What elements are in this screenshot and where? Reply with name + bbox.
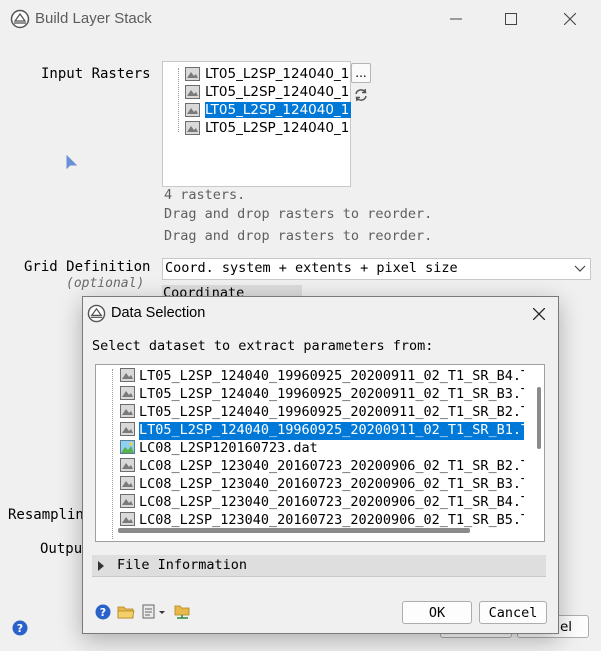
raster-name: LT05_L2SP_124040_1 [205, 84, 350, 100]
dialog-title: Data Selection [111, 305, 206, 321]
raster-icon [120, 404, 135, 418]
grid-definition-select[interactable]: Coord. system + extents + pixel size [162, 258, 591, 280]
app-logo-icon [10, 9, 30, 29]
close-icon [533, 308, 545, 320]
svg-text:?: ? [17, 622, 23, 635]
cancel-button-label: el [559, 618, 572, 635]
browse-button[interactable]: ... [351, 63, 371, 83]
minimize-icon [450, 18, 462, 20]
chevron-down-icon [574, 265, 586, 272]
close-button[interactable] [550, 6, 590, 32]
raster-icon [185, 103, 200, 117]
horizontal-scrollbar-thumb[interactable] [118, 528, 470, 533]
raster-list-item[interactable]: LT05_L2SP_124040_1 [163, 83, 352, 101]
dataset-name: LT05_L2SP_124040_19960925_20200911_02_T1… [139, 368, 524, 384]
raster-icon [120, 422, 135, 436]
dataset-name: LT05_L2SP_124040_19960925_20200911_02_T1… [139, 386, 524, 402]
raster-name: LT05_L2SP_124040_1 [205, 66, 350, 82]
refresh-icon [355, 88, 367, 102]
dataset-list-item[interactable]: LT05_L2SP_124040_19960925_20200911_02_T1… [96, 367, 526, 385]
grid-definition-label: Grid Definition [24, 259, 151, 275]
raster-count-text: 4 rasters. [164, 187, 246, 203]
vertical-scrollbar-thumb[interactable] [537, 387, 541, 449]
dataset-list[interactable]: LT05_L2SP_124040_19960925_20200911_02_T1… [95, 364, 545, 542]
app-logo-icon [87, 304, 106, 323]
raster-icon [120, 458, 135, 472]
reorder-hint: Drag and drop rasters to reorder. [164, 228, 433, 244]
cancel-button[interactable]: Cancel [479, 601, 547, 624]
dataset-name: LC08_L2SP120160723.dat [139, 440, 318, 456]
output-label: Outpu [40, 541, 83, 557]
raster-name: LT05_L2SP_124040_1 [205, 120, 350, 136]
dataset-list-item[interactable]: LT05_L2SP_124040_19960925_20200911_02_T1… [96, 385, 526, 403]
raster-icon [185, 67, 200, 81]
dataset-name: LT05_L2SP_124040_19960925_20200911_02_T1… [139, 422, 524, 440]
network-folder-icon[interactable] [174, 603, 192, 621]
file-information-section[interactable]: File Information [92, 555, 546, 577]
raster-icon [120, 494, 135, 508]
input-rasters-label: Input Rasters [41, 66, 151, 82]
input-rasters-list[interactable]: LT05_L2SP_124040_1 LT05_L2SP_124040_1 LT… [162, 61, 351, 187]
color-raster-icon [120, 440, 135, 454]
raster-icon [120, 368, 135, 382]
dataset-list-item-selected[interactable]: LT05_L2SP_124040_19960925_20200911_02_T1… [96, 421, 526, 440]
file-information-label: File Information [117, 557, 248, 573]
raster-list-item[interactable]: LT05_L2SP_124040_1 [163, 119, 352, 137]
dataset-list-item[interactable]: LC08_L2SP_123040_20160723_20200906_02_T1… [96, 511, 526, 529]
raster-icon [120, 512, 135, 526]
title-bar: Build Layer Stack [0, 0, 601, 38]
dataset-name: LC08_L2SP_123040_20160723_20200906_02_T1… [139, 494, 524, 510]
dataset-list-item[interactable]: LC08_L2SP_123040_20160723_20200906_02_T1… [96, 475, 526, 493]
window-title: Build Layer Stack [35, 10, 152, 27]
grid-definition-value: Coord. system + extents + pixel size [165, 260, 458, 276]
data-manager-icon[interactable] [141, 603, 167, 621]
help-icon[interactable]: ? [94, 603, 112, 621]
raster-name: LT05_L2SP_124040_1 [205, 102, 351, 118]
maximize-icon [505, 13, 517, 25]
resampling-label: Resamplin [8, 507, 84, 523]
refresh-button[interactable] [352, 86, 370, 104]
svg-text:?: ? [100, 606, 106, 619]
dataset-list-item[interactable]: LC08_L2SP_123040_20160723_20200906_02_T1… [96, 493, 526, 511]
raster-icon [185, 85, 200, 99]
data-selection-dialog: Data Selection Select dataset to extract… [82, 296, 559, 634]
dialog-prompt: Select dataset to extract parameters fro… [92, 338, 434, 354]
dialog-close-button[interactable] [528, 303, 550, 325]
expand-triangle-icon [98, 561, 104, 571]
raster-icon [120, 386, 135, 400]
reorder-hint: Drag and drop rasters to reorder. [164, 206, 433, 222]
dataset-list-item[interactable]: LC08_L2SP120160723.dat [96, 439, 526, 457]
raster-list-item[interactable]: LT05_L2SP_124040_1 [163, 65, 352, 83]
raster-list-item-selected[interactable]: LT05_L2SP_124040_1 [163, 101, 352, 119]
help-icon[interactable]: ? [12, 620, 28, 636]
dataset-list-item[interactable]: LC08_L2SP_123040_20160723_20200906_02_T1… [96, 457, 526, 475]
maximize-button[interactable] [491, 6, 531, 32]
open-folder-icon[interactable] [117, 603, 135, 621]
raster-icon [120, 476, 135, 490]
raster-icon [185, 121, 200, 135]
close-icon [564, 13, 576, 25]
minimize-button[interactable] [436, 6, 476, 32]
dialog-title-bar: Data Selection [83, 297, 558, 330]
mouse-pointer-icon [66, 155, 78, 170]
dataset-name: LC08_L2SP_123040_20160723_20200906_02_T1… [139, 458, 524, 474]
dataset-list-item[interactable]: LT05_L2SP_124040_19960925_20200911_02_T1… [96, 403, 526, 421]
ok-button[interactable]: OK [402, 601, 472, 624]
optional-label: (optional) [66, 276, 145, 291]
dataset-name: LT05_L2SP_124040_19960925_20200911_02_T1… [139, 404, 524, 420]
dataset-name: LC08_L2SP_123040_20160723_20200906_02_T1… [139, 476, 524, 492]
